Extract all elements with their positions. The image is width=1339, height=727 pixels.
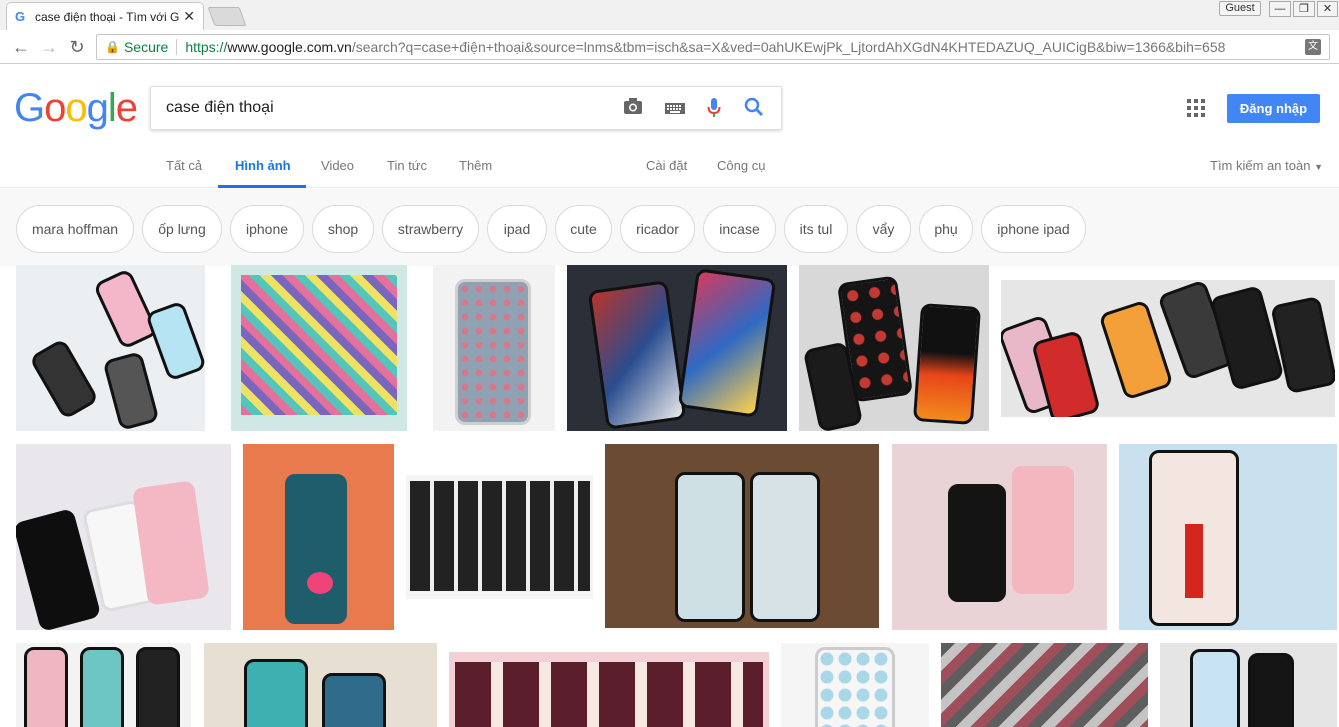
tab-settings[interactable]: Cài đặt [646, 158, 687, 173]
url-host: www.google.com.vn [227, 39, 352, 55]
image-result[interactable] [781, 643, 929, 727]
image-result[interactable] [16, 643, 191, 727]
tab-video[interactable]: Video [321, 158, 354, 173]
chip[interactable]: mara hoffman [16, 205, 134, 253]
tab-tools[interactable]: Công cụ [717, 158, 765, 173]
guest-profile-button[interactable]: Guest [1219, 1, 1261, 16]
chip[interactable]: ricador [620, 205, 695, 253]
safesearch-label: Tìm kiếm an toàn [1210, 158, 1311, 173]
google-favicon-icon: G [15, 8, 26, 24]
chip[interactable]: ốp lưng [142, 205, 222, 253]
tab-title: case điện thoại - Tìm với Go [35, 9, 180, 24]
tab-more[interactable]: Thêm [459, 158, 492, 173]
chip[interactable]: phụ [919, 205, 973, 253]
close-window-icon[interactable]: ✕ [1317, 1, 1338, 17]
image-result[interactable] [892, 444, 1107, 630]
apps-grid-icon[interactable] [1187, 99, 1205, 117]
chip[interactable]: ipad [487, 205, 547, 253]
search-input[interactable]: case điện thoại [166, 99, 274, 117]
image-result[interactable] [799, 265, 989, 431]
keyboard-icon[interactable] [663, 97, 687, 121]
tab-all[interactable]: Tất cả [166, 158, 202, 173]
sign-in-button[interactable]: Đăng nhập [1227, 94, 1320, 123]
close-tab-icon[interactable]: ✕ [183, 8, 195, 25]
tab-images[interactable]: Hình ảnh [235, 158, 291, 173]
image-result[interactable] [433, 265, 555, 431]
image-result[interactable] [1001, 280, 1335, 417]
logo-letter: G [14, 86, 45, 130]
reload-icon[interactable]: ↻ [65, 35, 89, 59]
image-result[interactable] [567, 265, 787, 431]
chip[interactable]: strawberry [382, 205, 479, 253]
restore-icon[interactable]: ❐ [1293, 1, 1315, 17]
url-scheme: https:// [185, 39, 228, 55]
address-bar: ← → ↻ 🔒 Secure https:// www.google.com.v… [0, 30, 1339, 64]
chip[interactable]: vẩy [856, 205, 911, 253]
chip[interactable]: cute [555, 205, 612, 253]
back-icon[interactable]: ← [9, 35, 33, 59]
chip[interactable]: iphone ipad [981, 205, 1086, 253]
image-result[interactable] [449, 652, 769, 727]
image-result[interactable] [231, 265, 407, 431]
safesearch-dropdown[interactable]: Tìm kiếm an toàn ▼ [1210, 158, 1323, 173]
lock-icon: 🔒 [105, 40, 120, 54]
image-result[interactable] [941, 643, 1148, 727]
logo-letter: o [65, 86, 87, 130]
forward-icon[interactable]: → [37, 35, 61, 59]
image-result[interactable] [605, 444, 879, 628]
camera-icon[interactable] [621, 97, 645, 121]
logo-letter: e [115, 86, 138, 130]
google-logo[interactable]: Google [14, 86, 138, 130]
search-tabs: Tất cả Hình ảnh Video Tin tức Thêm Cài đ… [0, 150, 1339, 188]
image-result[interactable] [204, 643, 437, 727]
tab-news[interactable]: Tin tức [387, 158, 427, 173]
url-input[interactable]: 🔒 Secure https:// www.google.com.vn /sea… [96, 34, 1330, 60]
microphone-icon[interactable] [702, 97, 726, 121]
browser-tab[interactable]: G case điện thoại - Tìm với Go ✕ [6, 2, 204, 30]
image-result[interactable] [1119, 444, 1337, 630]
browser-tabbar: G case điện thoại - Tìm với Go ✕ Guest —… [0, 0, 1339, 30]
image-result[interactable] [1160, 643, 1337, 727]
search-icon[interactable] [742, 97, 766, 121]
chip[interactable]: iphone [230, 205, 304, 253]
image-result[interactable] [16, 265, 205, 431]
chip[interactable]: shop [312, 205, 374, 253]
image-result[interactable] [406, 475, 593, 599]
minimize-icon[interactable]: — [1269, 1, 1291, 17]
search-box[interactable]: case điện thoại [150, 86, 782, 130]
image-result[interactable] [243, 444, 394, 630]
url-path: /search?q=case+điện+thoại&source=lnms&tb… [351, 39, 1226, 55]
logo-letter: g [86, 86, 109, 130]
new-tab-button[interactable] [207, 7, 247, 26]
logo-letter: o [44, 86, 66, 130]
chip[interactable]: its tul [784, 205, 848, 253]
caret-down-icon: ▼ [1314, 162, 1323, 172]
active-tab-indicator [218, 185, 306, 188]
chip[interactable]: incase [703, 205, 776, 253]
secure-label: Secure [123, 39, 169, 55]
translate-icon[interactable]: 文 [1305, 39, 1321, 55]
image-result[interactable] [16, 444, 231, 630]
logo-letter: l [107, 86, 117, 130]
